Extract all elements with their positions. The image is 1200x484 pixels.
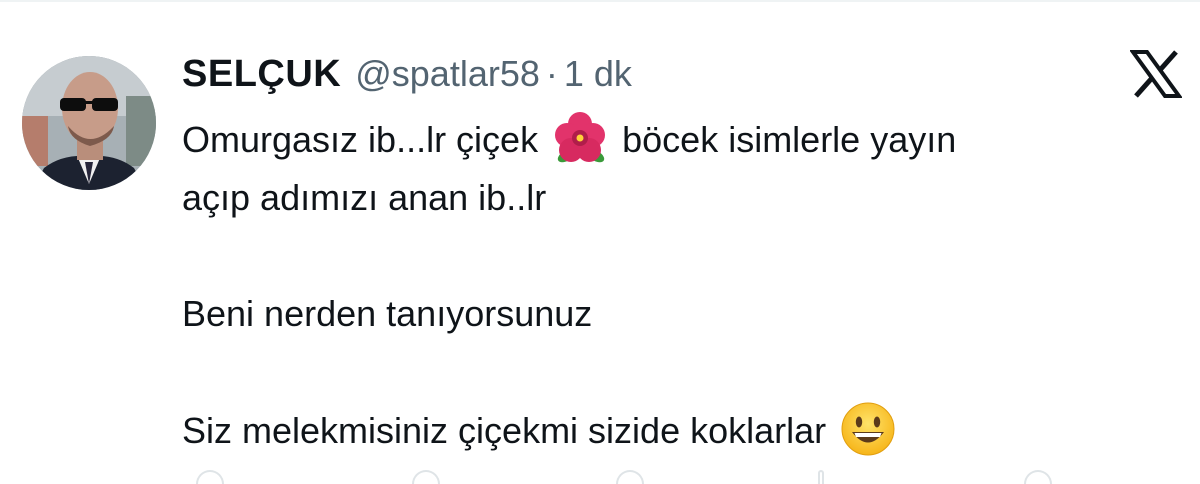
reply-icon[interactable] (196, 470, 224, 484)
tweet-text-segment: Siz melekmisiniz çiçekmi sizide koklarla… (182, 410, 827, 451)
tweet-text-segment: böcek isimlerle yayın (622, 119, 957, 160)
repost-icon[interactable] (412, 470, 440, 484)
tweet-card: SELÇUK @spatlar58 · 1 dk Omurgasız ib...… (0, 0, 1200, 484)
tweet-text: Omurgasız ib...lr çiçek böcek isimlerle … (182, 110, 1172, 460)
tweet-line-4: Siz melekmisiniz çiçekmi sizide koklarla… (182, 401, 1172, 460)
views-icon[interactable] (818, 470, 824, 484)
tweet-line-1: Omurgasız ib...lr çiçek böcek isimlerle … (182, 110, 1172, 169)
display-name[interactable]: SELÇUK (182, 53, 341, 96)
separator-dot: · (545, 53, 558, 94)
like-icon[interactable] (616, 470, 644, 484)
tweet-line-3: Beni nerden tanıyorsunuz (182, 293, 593, 334)
smiley-emoji (841, 402, 895, 456)
avatar-photo (22, 56, 156, 190)
avatar[interactable] (22, 56, 156, 190)
x-logo-icon[interactable] (1130, 50, 1182, 98)
bookmark-icon[interactable] (1024, 470, 1052, 484)
timestamp[interactable]: 1 dk (564, 53, 632, 95)
user-handle[interactable]: @spatlar58 (355, 53, 540, 95)
tweet-header: SELÇUK @spatlar58 · 1 dk (182, 48, 632, 100)
tweet-text-segment: Omurgasız ib...lr çiçek (182, 119, 539, 160)
action-bar (0, 470, 1200, 484)
hibiscus-emoji (555, 112, 606, 163)
tweet-line-2: açıp adımızı anan ib..lr (182, 177, 547, 218)
